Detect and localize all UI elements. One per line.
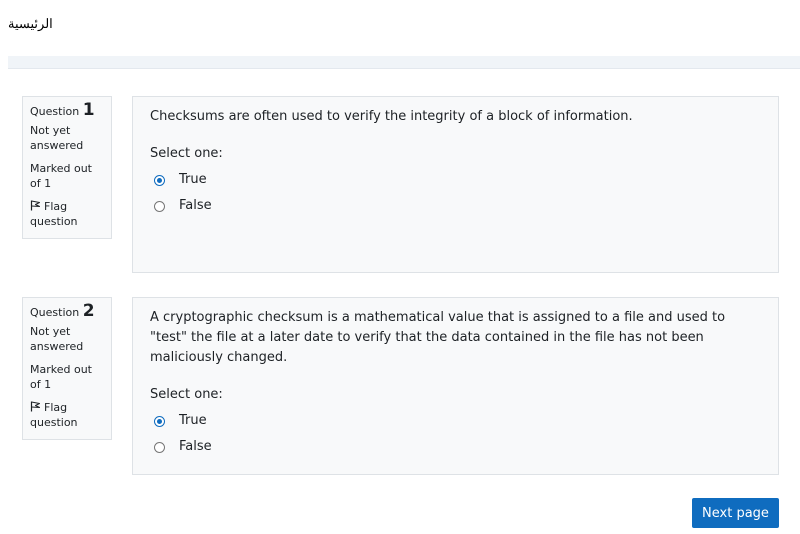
page-header-strip	[8, 56, 800, 69]
question-grade: Marked out of 1	[30, 162, 92, 190]
question-label: Question	[30, 306, 80, 319]
question-info-2: Question 2 Not yet answered Marked out o…	[22, 297, 112, 440]
question-label: Question	[30, 105, 80, 118]
answer-option-true[interactable]: True	[150, 408, 761, 434]
flag-icon	[30, 200, 40, 211]
answer-option-false[interactable]: False	[150, 193, 761, 219]
home-link[interactable]: الرئيسية	[8, 17, 53, 32]
question-number-value: 1	[82, 100, 95, 120]
question-number: Question 2	[30, 301, 104, 321]
question-text: Checksums are often used to verify the i…	[150, 109, 633, 124]
answer-label: False	[179, 198, 212, 213]
radio-button[interactable]	[154, 200, 165, 212]
answer-option-false[interactable]: False	[150, 434, 761, 460]
answer-label: True	[179, 413, 207, 428]
answer-label: True	[179, 172, 207, 187]
question-number: Question 1	[30, 100, 104, 120]
flag-icon	[30, 401, 40, 412]
question-content-2: A cryptographic checksum is a mathematic…	[132, 297, 779, 475]
question-state: Not yet answered	[30, 124, 84, 152]
question-grade: Marked out of 1	[30, 363, 92, 391]
select-one-prompt: Select one:	[150, 146, 223, 161]
answer-label: False	[179, 439, 212, 454]
top-navbar: الرئيسية	[0, 0, 800, 56]
radio-button-selected[interactable]	[154, 174, 165, 186]
flag-question-link[interactable]: Flag question	[30, 400, 104, 430]
answer-option-true[interactable]: True	[150, 167, 761, 193]
question-text: A cryptographic checksum is a mathematic…	[150, 310, 726, 365]
flag-question-link[interactable]: Flag question	[30, 199, 104, 229]
next-page-button[interactable]: Next page	[692, 498, 779, 528]
question-state: Not yet answered	[30, 325, 84, 353]
select-one-prompt: Select one:	[150, 387, 223, 402]
radio-button-selected[interactable]	[154, 415, 165, 427]
radio-button[interactable]	[154, 441, 165, 453]
question-info-1: Question 1 Not yet answered Marked out o…	[22, 96, 112, 239]
question-number-value: 2	[82, 301, 95, 321]
question-content-1: Checksums are often used to verify the i…	[132, 96, 779, 273]
